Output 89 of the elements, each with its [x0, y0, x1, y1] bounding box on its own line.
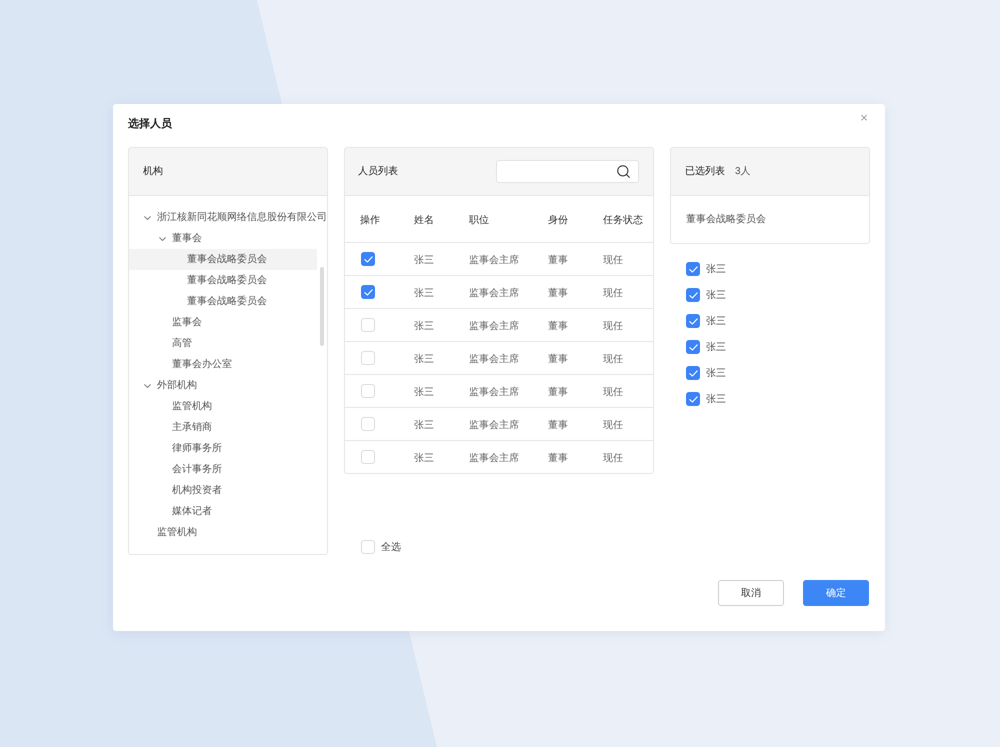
checkbox[interactable]	[686, 392, 700, 406]
table-cell: 董事	[548, 453, 568, 464]
person-name: 张三	[706, 314, 726, 328]
tree-item[interactable]: 媒体记者	[158, 501, 212, 522]
person-name: 张三	[706, 366, 726, 380]
tree-item[interactable]: 董事会战略委员会	[173, 270, 267, 291]
checkbox[interactable]	[361, 318, 375, 332]
group-label: 董事会战略委员会	[686, 212, 766, 227]
table-cell: 现任	[603, 321, 623, 332]
checkbox[interactable]	[686, 288, 700, 302]
table-cell: 张三	[414, 453, 434, 464]
table-cell: 监事会主席	[469, 420, 519, 431]
table-cell: 监事会主席	[469, 321, 519, 332]
tree-item[interactable]: 董事会战略委员会	[129, 249, 317, 270]
checkmark-icon	[688, 396, 698, 402]
checkbox[interactable]	[686, 340, 700, 354]
table-cell: 董事	[548, 354, 568, 365]
table-cell: 董事	[548, 321, 568, 332]
tree-item[interactable]: 董事会办公室	[158, 354, 232, 375]
person-name: 张三	[706, 262, 726, 276]
table-cell: 监事会主席	[469, 453, 519, 464]
confirm-button[interactable]: 确定	[803, 580, 869, 606]
tree-item[interactable]: 监事会	[158, 312, 202, 333]
panel-title: 已选列表	[685, 164, 725, 179]
checkbox[interactable]	[686, 366, 700, 380]
person-name: 张三	[706, 288, 726, 302]
table-cell: 现任	[603, 354, 623, 365]
table-cell: 现任	[603, 288, 623, 299]
checkbox[interactable]	[361, 384, 375, 398]
column-header: 任务状态	[603, 215, 643, 226]
tree-item[interactable]: 董事会战略委员会	[173, 291, 267, 312]
checkbox[interactable]	[686, 262, 700, 276]
tree-item[interactable]: 监管机构	[158, 396, 212, 417]
tree-item[interactable]: 外部机构	[143, 375, 197, 396]
tree-item[interactable]: 高管	[158, 333, 192, 354]
checkbox[interactable]	[361, 540, 375, 554]
panel-title: 人员列表	[358, 164, 398, 179]
table-cell: 监事会主席	[469, 354, 519, 365]
table-cell: 张三	[414, 387, 434, 398]
tree-item[interactable]: 会计事务所	[158, 459, 222, 480]
tree-item[interactable]: 机构投资者	[158, 480, 222, 501]
table-cell: 张三	[414, 354, 434, 365]
checkbox[interactable]	[361, 351, 375, 365]
selected-count: 3人	[735, 165, 751, 179]
table-cell: 张三	[414, 420, 434, 431]
tree-item[interactable]: 董事会	[158, 228, 202, 249]
table-cell: 现任	[603, 255, 623, 266]
cancel-button[interactable]: 取消	[718, 580, 784, 606]
tree-item[interactable]: 律师事务所	[158, 438, 222, 459]
checkmark-icon	[688, 292, 698, 298]
tree-item[interactable]: 监管机构	[143, 522, 197, 543]
checkbox[interactable]	[361, 252, 375, 266]
table-cell: 张三	[414, 321, 434, 332]
checkbox[interactable]	[361, 450, 375, 464]
checkbox-label: 全选	[381, 540, 401, 554]
table-cell: 董事	[548, 255, 568, 266]
table-cell: 现任	[603, 387, 623, 398]
column-header: 身份	[548, 215, 568, 226]
table-cell: 董事	[548, 288, 568, 299]
table-cell: 张三	[414, 288, 434, 299]
table-cell: 现任	[603, 453, 623, 464]
checkbox[interactable]	[361, 417, 375, 431]
table-cell: 董事	[548, 387, 568, 398]
column-header: 职位	[469, 215, 489, 226]
checkmark-icon	[364, 288, 372, 296]
tree-item[interactable]: 浙江核新同花顺网络信息股份有限公司	[143, 207, 327, 228]
table-cell: 张三	[414, 255, 434, 266]
search-icon	[617, 165, 630, 178]
person-name: 张三	[706, 392, 726, 406]
checkmark-icon	[364, 256, 372, 262]
checkbox[interactable]	[686, 314, 700, 328]
checkmark-icon	[688, 370, 698, 376]
table-cell: 现任	[603, 420, 623, 431]
search-field[interactable]	[496, 160, 639, 183]
dialog-title: 选择人员	[128, 117, 172, 131]
checkmark-icon	[688, 344, 698, 350]
table-cell: 董事	[548, 420, 568, 431]
checkmark-icon	[688, 318, 698, 324]
checkbox[interactable]	[361, 285, 375, 299]
table-cell: 监事会主席	[469, 288, 519, 299]
table-cell: 监事会主席	[469, 387, 519, 398]
tree-item[interactable]: 主承销商	[158, 417, 212, 438]
person-name: 张三	[706, 340, 726, 354]
table-cell: 监事会主席	[469, 255, 519, 266]
column-header: 姓名	[414, 215, 434, 226]
column-header: 操作	[360, 215, 380, 226]
panel-title: 机构	[143, 164, 163, 179]
checkmark-icon	[688, 266, 698, 272]
scrollbar-thumb[interactable]	[320, 267, 324, 346]
